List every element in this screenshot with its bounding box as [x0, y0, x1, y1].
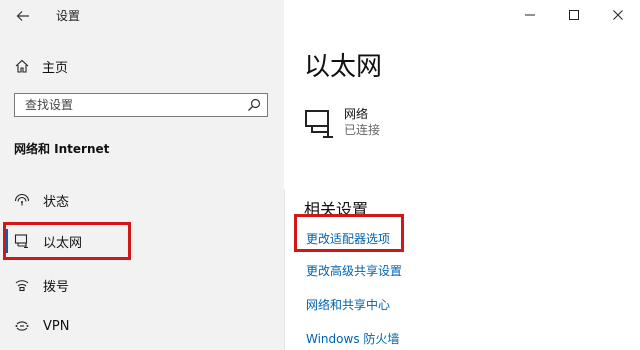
- back-button[interactable]: [12, 6, 34, 26]
- close-icon: [613, 10, 623, 20]
- ethernet-network-icon: [305, 110, 333, 138]
- section-title: 网络和 Internet: [14, 142, 110, 156]
- back-arrow-icon: [16, 11, 29, 21]
- window-controls: [508, 0, 640, 30]
- search-box[interactable]: [14, 93, 268, 117]
- divider: [284, 190, 285, 350]
- app-title: 设置: [56, 9, 81, 23]
- network-sharing-center-link[interactable]: 网络和共享中心: [306, 296, 390, 313]
- network-status[interactable]: 网络 已连接: [304, 106, 380, 138]
- advanced-sharing-settings-link[interactable]: 更改高级共享设置: [306, 262, 402, 279]
- sidebar-item-home[interactable]: 主页: [14, 55, 68, 77]
- sidebar-item-label: 状态: [43, 194, 70, 210]
- network-name: 网络: [344, 107, 369, 121]
- content-pane: 以太网 网络 已连接 相关设置 更改适配器选项 更改高级共享设置 网络和共享中心…: [284, 0, 640, 350]
- windows-firewall-link[interactable]: Windows 防火墙: [306, 330, 399, 347]
- search-input[interactable]: [15, 94, 245, 116]
- network-state: 已连接: [344, 123, 381, 137]
- minimize-button[interactable]: [508, 0, 552, 30]
- status-icon: [14, 192, 30, 208]
- sidebar-item-vpn[interactable]: VPN: [0, 311, 284, 341]
- settings-window: 设置 主页 网络和 Internet: [0, 0, 640, 350]
- close-button[interactable]: [596, 0, 640, 30]
- maximize-button[interactable]: [552, 0, 596, 30]
- sidebar-highlight-box: [3, 222, 131, 260]
- sidebar-item-label: 主页: [42, 60, 69, 76]
- search-icon[interactable]: [247, 98, 261, 112]
- sidebar-item-label: VPN: [43, 318, 70, 334]
- link-highlight-box: [294, 214, 404, 252]
- maximize-icon: [569, 10, 579, 20]
- sidebar: 设置 主页 网络和 Internet: [0, 0, 284, 350]
- minimize-icon: [525, 14, 535, 16]
- sidebar-item-status[interactable]: 状态: [0, 185, 284, 215]
- dialup-icon: [14, 277, 30, 293]
- sidebar-item-label: 拨号: [43, 279, 70, 295]
- vpn-icon: [14, 318, 30, 334]
- page-title: 以太网: [304, 52, 383, 82]
- home-icon: [14, 58, 30, 74]
- sidebar-item-dialup[interactable]: 拨号: [0, 270, 284, 300]
